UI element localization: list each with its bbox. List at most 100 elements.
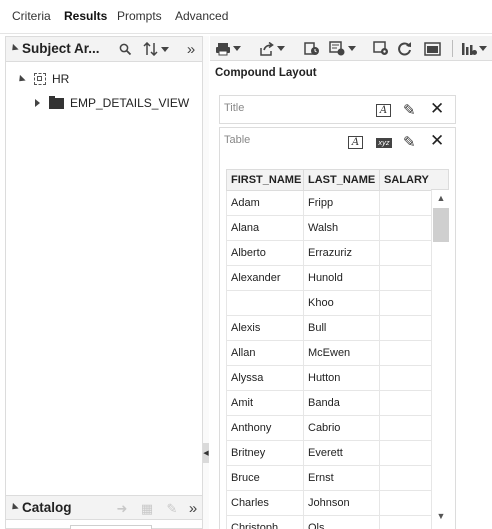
rename-icon[interactable]: xyz [376,138,392,148]
show-view-button[interactable] [424,40,441,57]
collapsed-icon[interactable] [35,99,40,107]
close-icon[interactable]: ✕ [430,99,444,119]
print-icon [216,42,230,55]
cell-first-name[interactable]: Alexis [226,315,304,341]
scroll-down-icon[interactable]: ▼ [432,509,450,523]
collapse-left-pane-icon[interactable]: ◀ [203,443,209,463]
sort-icon[interactable] [141,40,171,58]
cell-first-name[interactable]: Alana [226,215,304,241]
cell-first-name[interactable]: Charles [226,490,304,516]
table-row: Charles Johnson [226,490,432,516]
refresh-button[interactable] [397,40,412,57]
column-header-first-name[interactable]: FIRST_NAME [226,169,304,191]
cell-first-name[interactable]: Christoph... [226,515,304,529]
cell-salary[interactable] [379,290,432,316]
double-chevron-right-icon[interactable]: » [182,40,200,58]
close-icon[interactable]: ✕ [430,131,444,151]
cell-first-name[interactable]: Amit [226,390,304,416]
format-container-icon[interactable]: A [348,136,363,149]
table-header-row: FIRST_NAME LAST_NAME SALARY [226,169,432,191]
pencil-icon[interactable]: ✎ [403,101,416,119]
print-button[interactable] [215,40,241,57]
subject-area-icon [34,73,46,85]
cell-first-name[interactable]: Anthony [226,415,304,441]
tree-node-hr[interactable]: HR [16,69,69,89]
cell-salary[interactable] [379,340,432,366]
tree-node-emp-details-view[interactable]: EMP_DETAILS_VIEW [35,93,189,113]
search-icon[interactable] [116,40,134,58]
table-row: Alana Walsh [226,215,432,241]
cell-salary[interactable] [379,190,432,216]
schedule-button[interactable] [304,40,320,57]
column-header-salary[interactable]: SALARY [379,169,432,191]
table-view-label: Table [224,134,251,146]
results-table: FIRST_NAME LAST_NAME SALARY Adam Fripp Ala… [226,169,432,529]
cell-first-name[interactable]: Adam [226,190,304,216]
title-view[interactable]: Title A ✎ ✕ [219,95,456,124]
cell-salary[interactable] [379,265,432,291]
cell-salary[interactable] [379,390,432,416]
cell-last-name[interactable]: Khoo [303,290,380,316]
tree-node-emp-details-view-label: EMP_DETAILS_VIEW [70,96,190,110]
cell-last-name[interactable]: Bull [303,315,380,341]
tab-prompts[interactable]: Prompts [117,9,162,23]
table-row: Khoo [226,290,432,316]
table-row: Alberto Errazuriz [226,240,432,266]
cell-last-name[interactable]: Hutton [303,365,380,391]
table-row: Christoph... Ols... [226,515,432,529]
cell-last-name[interactable]: Everett [303,440,380,466]
title-view-label: Title [224,102,245,114]
cell-salary[interactable] [379,215,432,241]
cell-last-name[interactable]: Fripp [303,190,380,216]
new-view-button[interactable] [461,40,487,57]
cell-last-name[interactable]: Hunold [303,265,380,291]
cell-salary[interactable] [379,490,432,516]
settings-button[interactable] [373,40,389,57]
tab-criteria[interactable]: Criteria [12,9,51,23]
table-row: Alexis Bull [226,315,432,341]
cell-salary[interactable] [379,415,432,441]
scroll-up-icon[interactable]: ▲ [432,191,450,205]
table-row: Alyssa Hutton [226,365,432,391]
cell-last-name[interactable]: Johnson [303,490,380,516]
cell-last-name[interactable]: Banda [303,390,380,416]
collapse-catalog-icon[interactable] [9,502,19,513]
table-scrollbar[interactable]: ▲ ▼ [431,190,449,525]
cell-last-name[interactable]: Walsh [303,215,380,241]
format-container-icon[interactable]: A [376,104,391,117]
tab-advanced[interactable]: Advanced [175,9,228,23]
column-header-last-name[interactable]: LAST_NAME [303,169,380,191]
collapse-subject-areas-icon[interactable] [9,43,19,54]
cell-first-name[interactable]: Alyssa [226,365,304,391]
cell-first-name[interactable]: Bruce [226,465,304,491]
cell-salary[interactable] [379,465,432,491]
scrollbar-thumb[interactable] [433,208,449,242]
folder-icon [49,95,64,109]
catalog-list [70,525,152,529]
cell-last-name[interactable]: Cabrio [303,415,380,441]
cell-salary[interactable] [379,365,432,391]
export-button[interactable] [259,40,285,57]
cell-salary[interactable] [379,315,432,341]
cell-first-name[interactable] [226,290,304,316]
tab-results[interactable]: Results [64,9,107,23]
results-toolbar [210,36,492,61]
deliver-button[interactable] [329,40,356,57]
cell-first-name[interactable]: Alexander [226,265,304,291]
cell-last-name[interactable]: Errazuriz [303,240,380,266]
cell-salary[interactable] [379,440,432,466]
pencil-icon[interactable]: ✎ [403,133,416,151]
double-chevron-right-catalog-icon[interactable]: » [184,500,202,517]
export-icon [260,41,274,56]
cell-first-name[interactable]: Alberto [226,240,304,266]
cell-first-name[interactable]: Britney [226,440,304,466]
cell-last-name[interactable]: Ols... [303,515,380,529]
cell-salary[interactable] [379,240,432,266]
cell-last-name[interactable]: Ernst [303,465,380,491]
cell-first-name[interactable]: Allan [226,340,304,366]
table-row: Allan McEwen [226,340,432,366]
cell-salary[interactable] [379,515,432,529]
tab-bar: Criteria Results Prompts Advanced [0,0,492,34]
expanded-icon[interactable] [16,74,26,84]
cell-last-name[interactable]: McEwen [303,340,380,366]
